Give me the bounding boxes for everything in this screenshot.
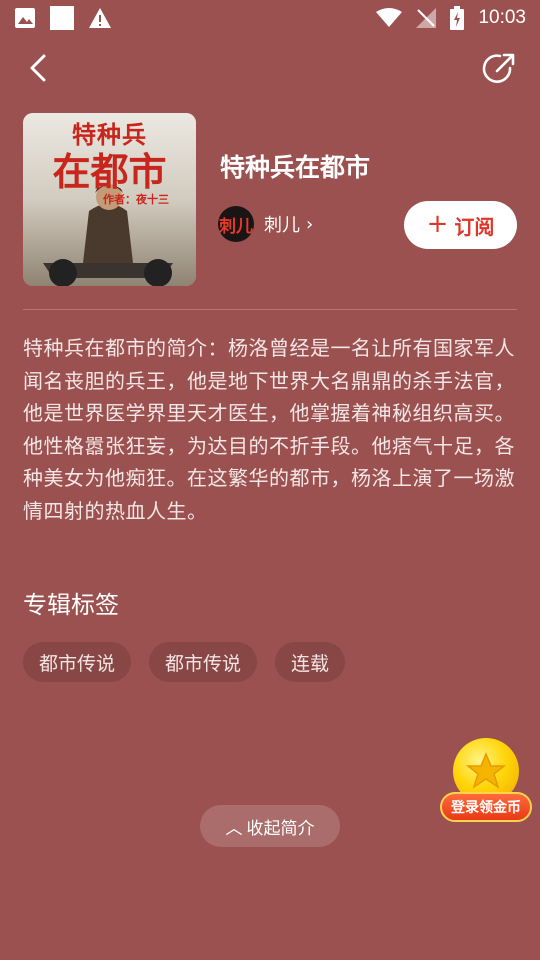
login-coin-widget[interactable]: 登录领金币 xyxy=(440,738,532,826)
no-signal-icon xyxy=(416,8,437,28)
tags-list: 都市传说 都市传说 连载 xyxy=(23,642,346,682)
tags-title: 专辑标签 xyxy=(23,591,119,619)
image-icon xyxy=(14,7,36,29)
cover-author-line: 作者：夜十三 xyxy=(103,193,169,206)
book-title: 特种兵在都市 xyxy=(220,153,371,182)
plus-icon: + xyxy=(426,208,449,239)
author-name: 刺儿 xyxy=(264,215,300,236)
chevron-up-icon: ︿ xyxy=(225,818,243,839)
author-avatar: 刺儿 xyxy=(218,206,254,242)
book-cover: 特种兵 在都市 作者：夜十三 xyxy=(23,113,196,286)
divider xyxy=(23,309,517,310)
back-button[interactable] xyxy=(22,52,58,88)
collapse-label: 收起简介 xyxy=(246,818,315,839)
author-link[interactable]: 刺儿 刺儿 › xyxy=(218,206,313,242)
subscribe-label: 订阅 xyxy=(454,214,495,239)
square-icon xyxy=(50,6,74,30)
status-bar: 10:03 xyxy=(0,0,540,36)
status-time: 10:03 xyxy=(478,7,526,28)
status-right: 10:03 xyxy=(376,6,526,30)
tag-chip[interactable]: 都市传说 xyxy=(23,642,132,682)
coin-label: 登录领金币 xyxy=(440,792,532,822)
subscribe-button[interactable]: + 订阅 xyxy=(404,201,517,249)
star-icon xyxy=(466,752,506,789)
share-button[interactable] xyxy=(480,52,518,90)
chevron-left-icon xyxy=(22,50,58,90)
synopsis-text: 特种兵在都市的简介：杨洛曾经是一名让所有国家军人闻名丧胆的兵王，他是地下世界大名… xyxy=(23,336,515,523)
status-left xyxy=(14,6,112,30)
share-icon xyxy=(480,50,518,92)
wifi-icon xyxy=(376,8,403,28)
tag-chip[interactable]: 连载 xyxy=(275,642,346,682)
tag-chip[interactable]: 都市传说 xyxy=(149,642,258,682)
chevron-right-icon: › xyxy=(306,213,314,235)
collapse-synopsis-button[interactable]: ︿ 收起简介 xyxy=(200,805,340,847)
cover-title-line2: 在都市 xyxy=(52,149,167,194)
battery-charging-icon xyxy=(450,6,465,30)
warning-icon xyxy=(88,7,112,29)
